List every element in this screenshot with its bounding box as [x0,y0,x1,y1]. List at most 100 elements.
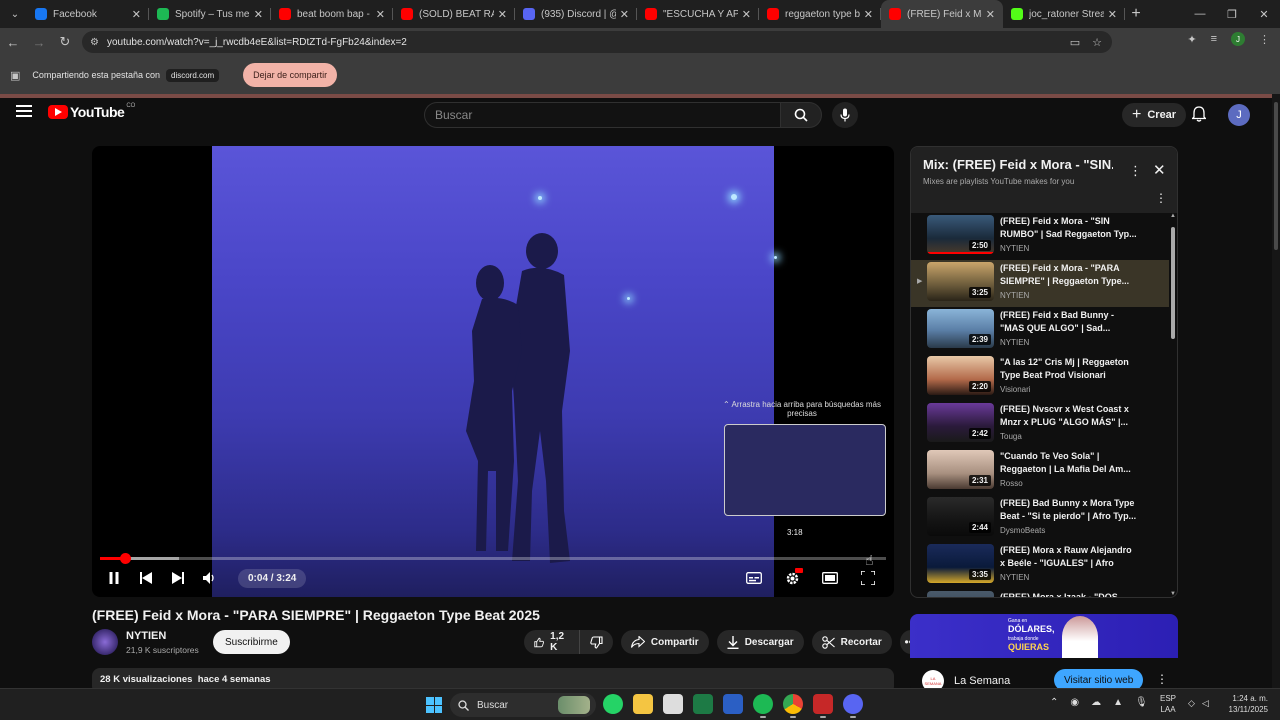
scroll-down-icon[interactable]: ▼ [1170,591,1176,597]
close-tab-icon[interactable]: ✕ [986,8,995,21]
close-tab-icon[interactable]: ✕ [864,8,873,21]
video-frame[interactable] [212,146,777,597]
tray-app2-icon[interactable]: ▲ [1113,697,1123,708]
playlist-item[interactable]: 2:20 "A las 12" Cris Mj | Reggaeton Type … [911,354,1169,401]
volume-button[interactable] [194,566,226,590]
previous-button[interactable] [130,566,162,590]
profile-avatar[interactable]: J [1231,32,1245,46]
minimize-button[interactable]: — [1184,8,1216,20]
video-thumbnail[interactable]: 3:35 [927,544,994,583]
discord-icon[interactable] [843,694,863,718]
browser-tab[interactable]: (935) Discord | @ ✕ [515,0,637,28]
excel-icon[interactable] [693,694,713,714]
extensions-icon[interactable]: ✦ [1187,33,1196,46]
close-tab-icon[interactable]: ✕ [742,8,751,21]
spotify-icon[interactable] [753,694,773,718]
sponsored-ad[interactable]: Gana en DÓLARES, trabaja donde QUIERAS L… [910,614,1178,688]
playlist-item[interactable]: 3:35 (FREE) Mora x Rauw Alejandro x Beéle… [911,542,1169,589]
clock[interactable]: 1:24 a. m. 13/11/2025 [1222,693,1268,715]
like-button[interactable]: 1,2 K [524,630,580,654]
notifications-button[interactable] [1190,106,1208,127]
browser-tab[interactable]: (SOLD) BEAT RAP BO ✕ [393,0,515,28]
close-tab-icon[interactable]: ✕ [132,8,141,21]
browser-tab[interactable]: (FREE) Feid x Mor ✕ [881,0,1003,28]
page-scrollbar[interactable] [1272,94,1280,688]
video-player[interactable]: ⌃ Arrastra hacia arriba para búsquedas m… [92,146,894,597]
close-tab-icon[interactable]: ✕ [1108,8,1117,21]
scrubber-handle[interactable] [120,553,131,564]
video-thumbnail[interactable]: 2:39 [927,309,994,348]
close-tab-icon[interactable]: ✕ [498,8,507,21]
browser-menu-icon[interactable]: ⋮ [1259,33,1270,46]
menu-hamburger-icon[interactable] [16,105,32,120]
close-window-button[interactable]: ✕ [1248,8,1280,21]
clip-button[interactable]: Recortar [811,630,892,654]
playlist-item[interactable]: 2:39 (FREE) Feid x Bad Bunny - "MAS QUE A… [911,307,1169,354]
scroll-up-icon[interactable]: ▲ [1170,213,1176,219]
video-thumbnail[interactable] [927,591,994,597]
tab-search-button[interactable]: ⌄ [3,3,27,25]
page-scroll-thumb[interactable] [1274,102,1278,250]
close-tab-icon[interactable]: ✕ [620,8,629,21]
playlist-item[interactable]: 2:31 "Cuando Te Veo Sola" | Reggaeton | L… [911,448,1169,495]
playlist-title[interactable]: Mix: (FREE) Feid x Mora - "SIN... [923,157,1113,172]
forward-button[interactable]: → [26,35,52,50]
download-button[interactable]: Descargar [716,630,804,654]
theater-mode-button[interactable] [814,566,846,590]
cloud-icon[interactable]: ☁ [1091,697,1101,708]
status-icons[interactable]: ◇ ◁ [1188,698,1209,709]
youtube-logo[interactable]: YouTube CO [48,103,135,120]
playlist-item[interactable]: (FREE) Mora x Izaak - "DOS [911,589,1169,597]
progress-bar[interactable] [100,553,886,564]
maximize-button[interactable]: ❐ [1216,8,1248,21]
reload-button[interactable]: ↻ [52,34,78,50]
video-thumbnail[interactable]: 2:44 [927,497,994,536]
dislike-button[interactable] [580,630,613,654]
video-thumbnail[interactable]: 2:20 [927,356,994,395]
word-icon[interactable] [723,694,743,714]
visit-site-button[interactable]: Visitar sitio web [1054,669,1144,688]
settings-button[interactable] [776,566,808,590]
back-button[interactable]: ← [0,35,26,50]
playlist-menu-icon[interactable]: ⋮ [1129,163,1142,179]
file-explorer-icon[interactable] [633,694,653,714]
tray-app-icon[interactable]: ◉ [1070,697,1079,708]
chrome-icon[interactable] [783,694,803,718]
ad-menu-icon[interactable]: ⋮ [1156,672,1168,686]
channel-name[interactable]: NYTIEN [126,630,166,642]
whatsapp-icon[interactable] [603,694,623,714]
tray-overflow-icon[interactable]: ⌃ [1050,697,1058,708]
media-control-icon[interactable]: ≡ [1211,33,1217,45]
playlist-item[interactable]: 2:44 (FREE) Bad Bunny x Mora Type Beat - … [911,495,1169,542]
subtitles-button[interactable] [738,566,770,590]
app-icon[interactable] [813,694,833,718]
channel-avatar[interactable] [92,629,118,655]
playlist-scroll-thumb[interactable] [1171,227,1175,339]
playlist-item[interactable]: 2:42 (FREE) Nvscvr x West Coast x Mnzr x … [911,401,1169,448]
browser-tab[interactable]: Facebook ✕ [27,0,149,28]
browser-tab[interactable]: reggaeton type beat ✕ [759,0,881,28]
browser-tab[interactable]: beat boom bap - You ✕ [271,0,393,28]
playlist-options-icon[interactable]: ⋮ [1155,191,1167,205]
search-button[interactable] [780,102,822,128]
next-button[interactable] [162,566,194,590]
new-tab-button[interactable]: + [1125,5,1147,23]
video-thumbnail[interactable]: 2:50 [927,215,994,254]
account-avatar[interactable]: J [1228,104,1250,126]
site-info-icon[interactable]: ⚙ [90,37,99,48]
fullscreen-button[interactable] [852,566,884,590]
address-bar[interactable]: ⚙ youtube.com/watch?v=_j_rwcdb4eE&list=R… [82,31,1112,53]
cast-icon[interactable]: ▭ [1070,36,1080,49]
search-input[interactable]: Buscar [424,102,780,128]
description-box[interactable]: 28 K visualizaciones hace 4 semanas [92,668,894,688]
close-playlist-icon[interactable]: ✕ [1153,161,1166,179]
create-button[interactable]: + Crear [1122,103,1187,127]
close-tab-icon[interactable]: ✕ [254,8,263,21]
language-indicator[interactable]: ESP LAA [1160,693,1176,715]
playlist-scrollbar[interactable]: ▲ ▼ [1169,213,1177,597]
pause-button[interactable] [98,566,130,590]
voice-search-button[interactable] [832,102,858,128]
subscribe-button[interactable]: Suscribirme [213,630,290,654]
bookmark-star-icon[interactable]: ☆ [1092,36,1102,49]
video-thumbnail[interactable]: 3:25 [927,262,994,301]
